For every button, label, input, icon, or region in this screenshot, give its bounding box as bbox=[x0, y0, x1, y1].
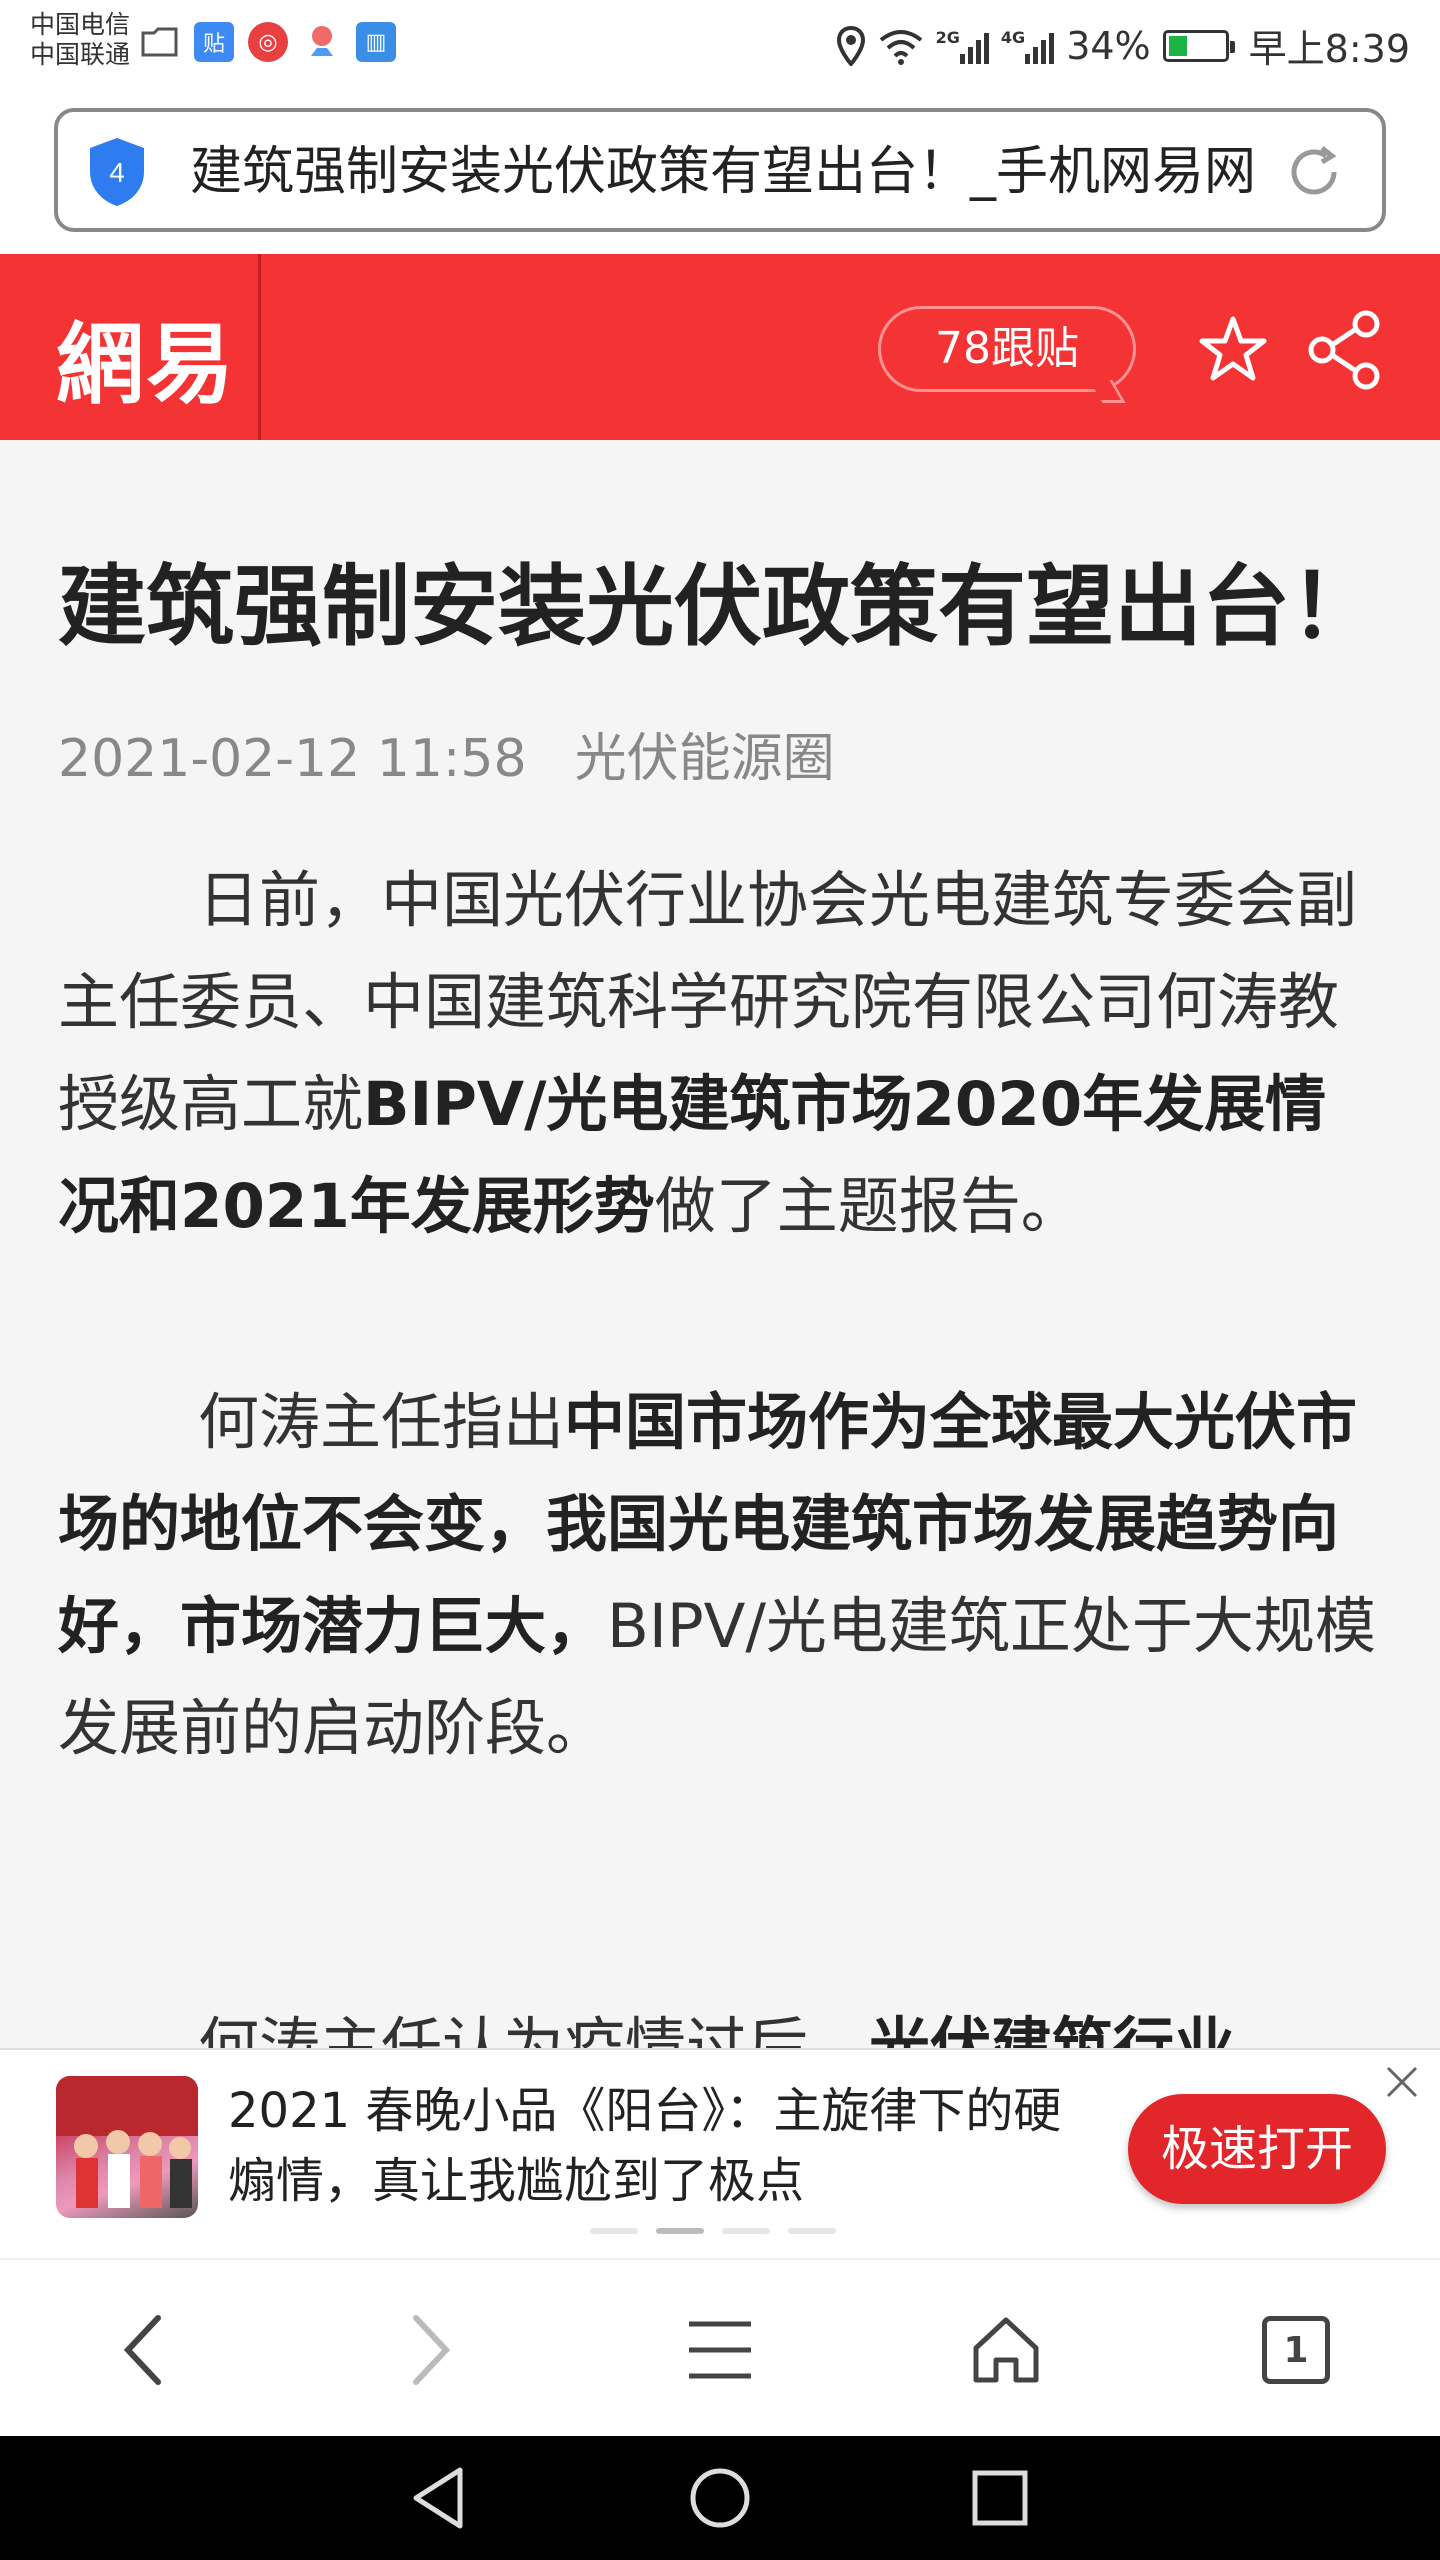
battery-percent: 34% bbox=[1066, 23, 1151, 68]
article-meta: 2021-02-12 11:58 光伏能源圈 bbox=[58, 716, 835, 791]
p2-text-a: 何涛主任指出 bbox=[198, 1387, 565, 1458]
p1-text-c: 做了主题报告。 bbox=[654, 1171, 1082, 1242]
browser-toolbar: 1 bbox=[0, 2258, 1440, 2436]
p3-bold: 光伏建筑行业 bbox=[869, 2011, 1236, 2048]
home-icon[interactable] bbox=[956, 2300, 1056, 2400]
share-icon[interactable] bbox=[1306, 310, 1384, 390]
battery-icon bbox=[1162, 29, 1235, 62]
security-shield-icon[interactable]: 4 bbox=[86, 136, 148, 208]
signal-icon-2 bbox=[1025, 28, 1055, 64]
header-divider bbox=[258, 254, 261, 440]
signal-icon-1 bbox=[959, 28, 989, 64]
p3-text-a: 何涛主任认为疫情过后， bbox=[198, 2011, 870, 2048]
article-source[interactable]: 光伏能源圈 bbox=[575, 729, 835, 789]
browser-address-area: 4 建筑强制安装光伏政策有望出台！_手机网易网 bbox=[0, 90, 1440, 254]
article-date: 2021-02-12 11:58 bbox=[58, 729, 527, 789]
nav-back-icon[interactable] bbox=[402, 2460, 478, 2536]
map-icon bbox=[302, 22, 342, 62]
carousel-dots bbox=[590, 2228, 836, 2234]
carrier-2: 中国联通 bbox=[30, 40, 131, 69]
status-bar: 中国电信 中国联通 贴 ◎ ▥ 2G 4G 34% 早上8:39 bbox=[0, 0, 1440, 90]
article-content: 建筑强制安装光伏政策有望出台！ 2021-02-12 11:58 光伏能源圈 日前… bbox=[0, 440, 1440, 2048]
location-icon bbox=[836, 25, 865, 66]
notification-icons: 贴 ◎ ▥ bbox=[140, 22, 396, 62]
open-app-button[interactable]: 极速打开 bbox=[1128, 2094, 1386, 2204]
article-paragraph-2: 何涛主任指出中国市场作为全球最大光伏市场的地位不会变，我国光电建筑市场发展趋势向… bbox=[58, 1372, 1386, 1780]
tabs-button[interactable]: 1 bbox=[1246, 2300, 1346, 2400]
article-paragraph-3: 何涛主任认为疫情过后，光伏建筑行业 bbox=[58, 1996, 1386, 2048]
app-promo-banner[interactable]: 2021 春晚小品《阳台》：主旋律下的硬煽情，真让我尴尬到了极点 极速打开 bbox=[0, 2048, 1440, 2258]
bank-icon: ◎ bbox=[248, 22, 288, 62]
favorite-star-icon[interactable] bbox=[1198, 314, 1268, 384]
promo-thumbnail[interactable] bbox=[56, 2076, 198, 2218]
status-right: 2G 4G 34% 早上8:39 bbox=[836, 18, 1410, 73]
menu-icon[interactable] bbox=[670, 2300, 770, 2400]
carousel-dot bbox=[590, 2228, 638, 2234]
carrier-info: 中国电信 中国联通 bbox=[30, 10, 130, 70]
article-paragraph-1: 日前，中国光伏行业协会光电建筑专委会副主任委员、中国建筑科学研究院有限公司何涛教… bbox=[58, 850, 1386, 1258]
promo-text[interactable]: 2021 春晚小品《阳台》：主旋律下的硬煽情，真让我尴尬到了极点 bbox=[228, 2076, 1088, 2216]
page-url-title[interactable]: 建筑强制安装光伏政策有望出台！_手机网易网 bbox=[190, 142, 1280, 202]
system-navigation-bar bbox=[0, 2436, 1440, 2560]
tieba-icon: 贴 bbox=[194, 22, 234, 62]
folder-icon bbox=[140, 22, 180, 62]
tabs-count: 1 bbox=[1262, 2316, 1330, 2384]
wifi-icon bbox=[879, 29, 922, 65]
site-header: 網易 78跟贴 bbox=[0, 254, 1440, 440]
article-title: 建筑强制安装光伏政策有望出台！ bbox=[58, 555, 1379, 658]
close-icon[interactable] bbox=[1380, 2060, 1424, 2104]
forward-icon[interactable] bbox=[380, 2300, 480, 2400]
address-bar[interactable]: 4 建筑强制安装光伏政策有望出台！_手机网易网 bbox=[54, 108, 1386, 232]
carousel-dot bbox=[788, 2228, 836, 2234]
shield-count: 4 bbox=[109, 157, 125, 188]
reload-icon[interactable] bbox=[1282, 140, 1346, 204]
carousel-dot bbox=[722, 2228, 770, 2234]
nav-recents-icon[interactable] bbox=[962, 2460, 1038, 2536]
network-2g-label: 2G bbox=[935, 27, 960, 47]
carousel-dot-active bbox=[656, 2228, 704, 2234]
network-4g-label: 4G bbox=[1000, 27, 1026, 47]
nav-home-icon[interactable] bbox=[682, 2460, 758, 2536]
back-icon[interactable] bbox=[94, 2300, 194, 2400]
comments-button[interactable]: 78跟贴 bbox=[878, 306, 1136, 392]
netease-logo[interactable]: 網易 bbox=[56, 294, 236, 421]
reader-icon: ▥ bbox=[356, 22, 396, 62]
carrier-1: 中国电信 bbox=[30, 10, 131, 39]
clock: 早上8:39 bbox=[1248, 27, 1410, 71]
